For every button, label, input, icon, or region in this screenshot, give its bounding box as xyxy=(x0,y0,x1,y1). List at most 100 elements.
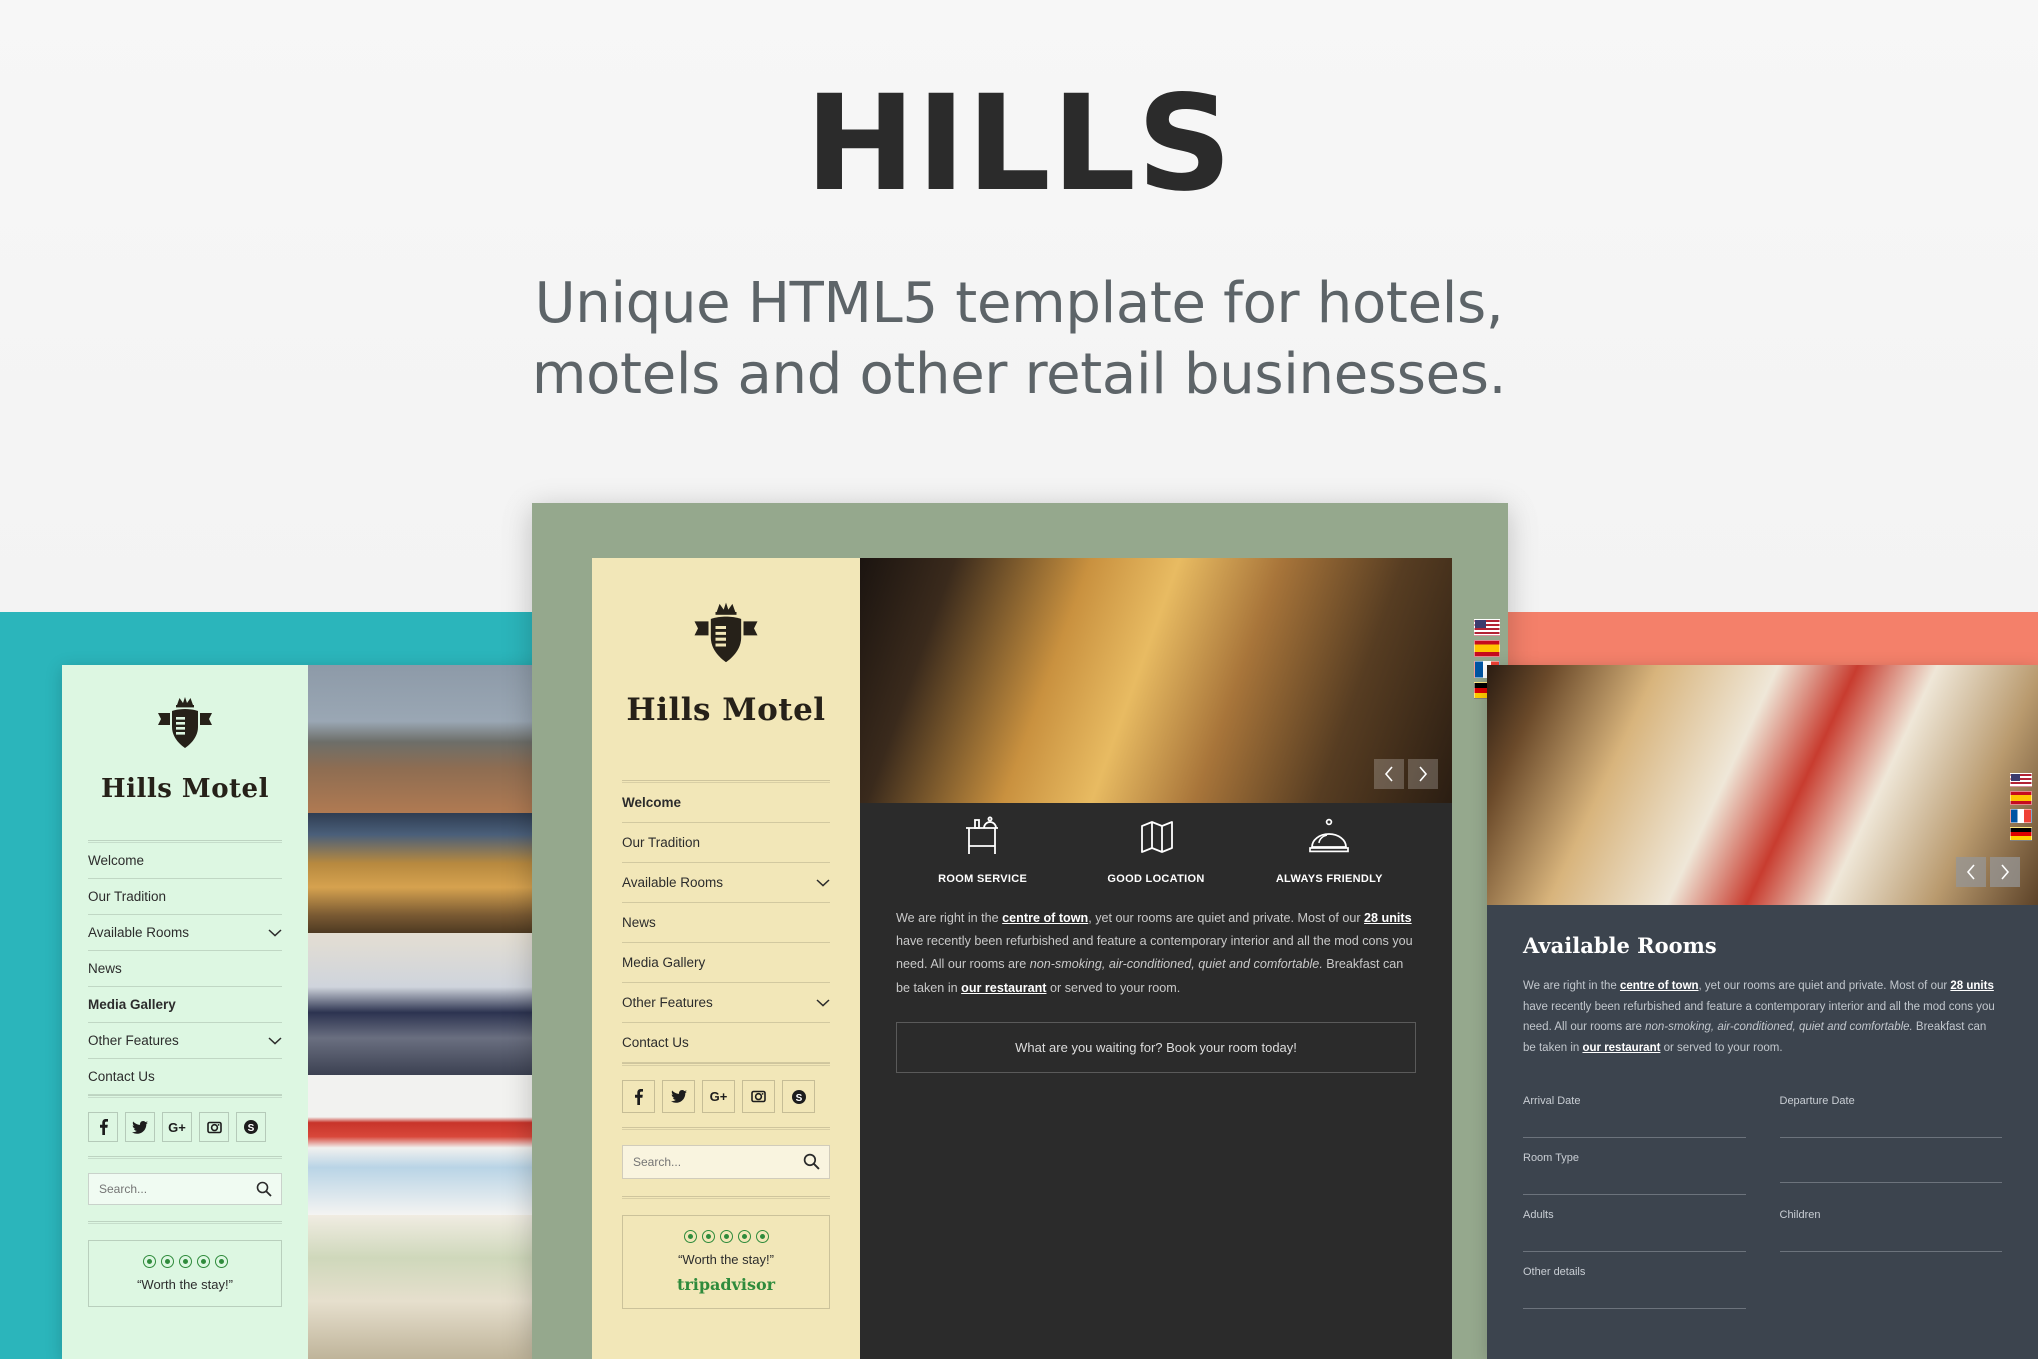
slider-next-button[interactable] xyxy=(1990,857,2020,887)
sidebar-item-welcome[interactable]: Welcome xyxy=(622,783,830,822)
sidebar-item-other-features[interactable]: Other Features xyxy=(88,1023,282,1058)
flag-france[interactable] xyxy=(2010,809,2032,823)
skype-icon[interactable]: S xyxy=(782,1080,815,1113)
sidebar-item-available-rooms[interactable]: Available Rooms xyxy=(622,863,830,902)
twitter-icon[interactable] xyxy=(125,1112,155,1142)
form-field-adults[interactable]: Adults xyxy=(1523,1195,1746,1252)
sidebar-item-news[interactable]: News xyxy=(622,903,830,942)
form-field-departure-date[interactable]: Departure Date xyxy=(1779,1081,2002,1138)
center-nav: Welcome Our Tradition Available Rooms News M… xyxy=(622,783,830,1063)
facebook-icon[interactable] xyxy=(622,1080,655,1113)
flag-canton xyxy=(2011,774,2020,781)
restaurant-link[interactable]: our restaurant xyxy=(1582,1042,1660,1054)
sidebar-item-label: Media Gallery xyxy=(88,997,176,1012)
units-link[interactable]: 28 units xyxy=(1364,911,1412,925)
sidebar-item-label: Media Gallery xyxy=(622,955,706,970)
slider-next-button[interactable] xyxy=(1408,759,1438,789)
photo-room-blue[interactable] xyxy=(308,933,536,1075)
chevron-down-icon[interactable] xyxy=(268,928,282,937)
sidebar-item-available-rooms[interactable]: Available Rooms xyxy=(88,915,282,950)
booking-form: Arrival Date Departure Date Room Type Adult… xyxy=(1523,1081,2002,1309)
sidebar-item-contact-us[interactable]: Contact Us xyxy=(88,1059,282,1094)
centre-of-town-link[interactable]: centre of town xyxy=(1002,911,1088,925)
field-label: Room Type xyxy=(1523,1151,1580,1164)
sidebar-item-contact-us[interactable]: Contact Us xyxy=(622,1023,830,1062)
form-field-blank[interactable] xyxy=(1779,1138,2002,1195)
flag-germany[interactable] xyxy=(2010,827,2032,841)
center-search-box[interactable] xyxy=(622,1145,830,1179)
form-field-other-details[interactable]: Other details xyxy=(1523,1252,1746,1309)
rating-dot xyxy=(178,1255,192,1268)
centre-of-town-link[interactable]: centre of town xyxy=(1620,980,1699,992)
rating-dot xyxy=(719,1230,733,1243)
right-browser-mockup: Available Rooms We are right in the cent… xyxy=(1487,665,2038,1359)
rooms-panel-paragraph: We are right in the centre of town, yet … xyxy=(1523,980,1995,1055)
screenshot-stage: HILLS Unique HTML5 template for hotels, … xyxy=(0,0,2038,1359)
sidebar-item-other-features[interactable]: Other Features xyxy=(622,983,830,1022)
hero-subtitle: Unique HTML5 template for hotels, motels… xyxy=(0,268,2038,410)
photo-room-flower[interactable] xyxy=(308,1075,536,1215)
slider-prev-button[interactable] xyxy=(1956,857,1986,887)
magnifier-icon[interactable] xyxy=(256,1181,272,1197)
rooms-hero-image[interactable] xyxy=(1487,665,2038,905)
sidebar-item-news[interactable]: News xyxy=(88,951,282,986)
chevron-down-icon[interactable] xyxy=(816,998,830,1007)
flag-spain[interactable] xyxy=(2010,791,2032,805)
magnifier-icon[interactable] xyxy=(803,1153,820,1170)
booking-cta-button[interactable]: What are you waiting for? Book your room… xyxy=(896,1022,1416,1074)
sidebar-item-our-tradition[interactable]: Our Tradition xyxy=(88,879,282,914)
rating-dot xyxy=(701,1230,715,1243)
center-logo[interactable]: Hills Motel xyxy=(622,584,830,728)
slider-prev-button[interactable] xyxy=(1374,759,1404,789)
googleplus-icon[interactable]: G+ xyxy=(702,1080,735,1113)
flag-usa[interactable] xyxy=(2010,773,2032,787)
rooms-heading: Available Rooms xyxy=(1523,933,1717,958)
sidebar-item-our-tradition[interactable]: Our Tradition xyxy=(622,823,830,862)
flag-spain[interactable] xyxy=(1474,640,1500,657)
hero-subtitle-line-1: Unique HTML5 template for hotels, xyxy=(534,271,1504,336)
field-label: Arrival Date xyxy=(1523,1094,1581,1107)
instagram-icon[interactable] xyxy=(742,1080,775,1113)
svg-text:S: S xyxy=(795,1093,802,1104)
left-search-divider xyxy=(88,1156,282,1159)
left-social-links: G+ S xyxy=(88,1112,282,1142)
center-social-divider xyxy=(622,1063,830,1066)
sidebar-item-label: Our Tradition xyxy=(622,835,701,850)
skype-icon[interactable]: S xyxy=(236,1112,266,1142)
flag-usa[interactable] xyxy=(1474,619,1500,636)
left-testimonial: “Worth the stay!” xyxy=(88,1240,282,1307)
sidebar-item-label: Contact Us xyxy=(622,1035,689,1050)
search-input[interactable] xyxy=(633,1155,819,1169)
form-field-children[interactable]: Children xyxy=(1779,1195,2002,1252)
center-sidebar: Hills Motel Welcome Our Tradition Availabl… xyxy=(592,558,860,1359)
units-link[interactable]: 28 units xyxy=(1950,980,1993,992)
feature-always-friendly: ALWAYS FRIENDLY xyxy=(1243,816,1416,885)
search-input[interactable] xyxy=(99,1182,271,1196)
googleplus-icon[interactable]: G+ xyxy=(162,1112,192,1142)
center-browser-frame: Hills Motel Welcome Our Tradition Availabl… xyxy=(532,503,1508,1359)
left-search-box[interactable] xyxy=(88,1173,282,1205)
chevron-down-icon[interactable] xyxy=(268,1036,282,1045)
facebook-icon[interactable] xyxy=(88,1112,118,1142)
center-logo-text: Hills Motel xyxy=(626,692,826,728)
field-label: Other details xyxy=(1523,1265,1586,1278)
sidebar-item-welcome[interactable]: Welcome xyxy=(88,843,282,878)
left-logo[interactable]: Hills Motel xyxy=(88,693,282,804)
photo-motel-exterior[interactable] xyxy=(308,813,536,933)
twitter-icon[interactable] xyxy=(662,1080,695,1113)
instagram-icon[interactable] xyxy=(199,1112,229,1142)
tripadvisor-logo: tripadvisor xyxy=(676,1275,776,1294)
room-service-cart-icon xyxy=(896,816,1069,863)
rating-dot xyxy=(196,1255,210,1268)
page-title: HILLS xyxy=(805,67,1233,221)
feature-room-service: ROOM SERVICE xyxy=(896,816,1069,885)
chevron-down-icon[interactable] xyxy=(816,878,830,887)
center-social-links: G+ S xyxy=(622,1080,830,1113)
rating-dot xyxy=(142,1255,156,1268)
sidebar-item-media-gallery[interactable]: Media Gallery xyxy=(88,987,282,1022)
restaurant-link[interactable]: our restaurant xyxy=(961,981,1046,995)
form-field-arrival-date[interactable]: Arrival Date xyxy=(1523,1081,1746,1138)
sidebar-item-media-gallery[interactable]: Media Gallery xyxy=(622,943,830,982)
form-field-room-type[interactable]: Room Type xyxy=(1523,1138,1746,1195)
left-testimonial-divider xyxy=(88,1221,282,1224)
